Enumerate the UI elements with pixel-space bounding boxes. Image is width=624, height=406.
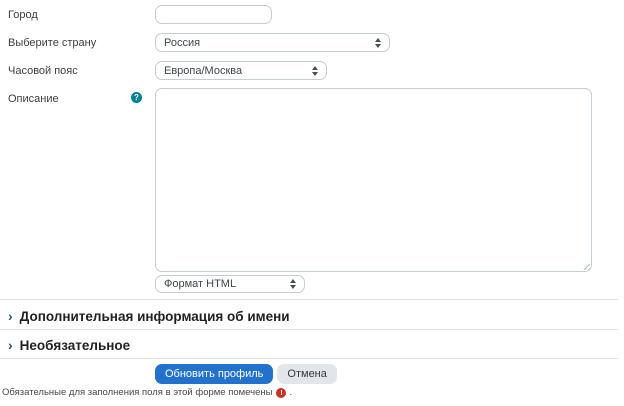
chevron-right-icon[interactable]: › [8,309,13,323]
section-additional-names[interactable]: › Дополнительная информация об имени [0,304,618,328]
country-label: Выберите страну [8,37,96,49]
required-icon: ! [276,388,286,398]
description-editor [155,88,592,272]
select-stepper-icon [289,279,296,289]
profile-edit-form-page: { "form": { "city": { "label": "Город", … [0,0,624,406]
help-icon[interactable]: ? [131,92,142,103]
chevron-right-icon[interactable]: › [8,338,13,352]
select-stepper-icon [374,38,381,48]
required-fields-text: Обязательные для заполнения поля в этой … [2,387,272,398]
section-title: Необязательное [20,338,131,353]
required-fields-note: Обязательные для заполнения поля в этой … [2,387,292,398]
required-fields-suffix: . [289,387,292,398]
country-select[interactable]: Россия [155,33,390,52]
update-profile-button[interactable]: Обновить профиль [155,364,273,384]
divider [0,299,618,300]
city-label: Город [8,9,38,21]
text-format-select-value: Формат HTML [164,278,236,290]
timezone-select-value: Европа/Москва [164,65,242,77]
text-format-select[interactable]: Формат HTML [155,275,305,293]
select-stepper-icon [311,66,318,76]
cancel-button[interactable]: Отмена [277,364,336,384]
divider [0,358,618,359]
form-actions: Обновить профиль Отмена [155,364,337,384]
timezone-select[interactable]: Европа/Москва [155,61,327,80]
description-label: Описание [8,93,59,105]
country-select-value: Россия [164,37,200,49]
section-title: Дополнительная информация об имени [20,309,290,324]
timezone-label: Часовой пояс [8,65,78,77]
section-optional[interactable]: › Необязательное [0,333,618,357]
divider [0,329,618,330]
description-textarea[interactable] [155,88,592,272]
city-input[interactable] [155,5,272,24]
